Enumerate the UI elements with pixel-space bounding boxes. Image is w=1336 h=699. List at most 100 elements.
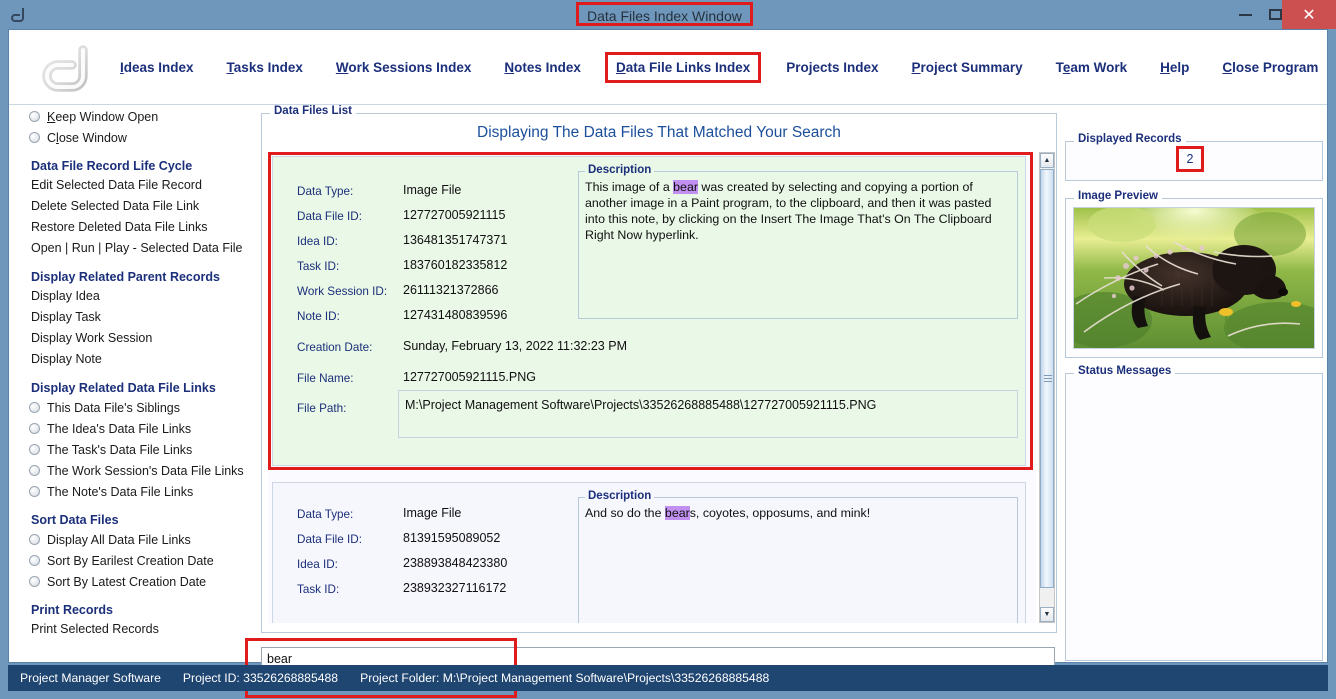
field-value: Image File: [403, 183, 462, 197]
displayed-records-legend: Displayed Records: [1074, 133, 1186, 145]
radio-work-sessions-data-file-links[interactable]: The Work Session's Data File Links: [15, 460, 257, 481]
scroll-down-icon[interactable]: ▼: [1040, 607, 1054, 622]
image-preview-thumbnail[interactable]: [1073, 207, 1315, 349]
menu-item-team-work[interactable]: Team Work: [1055, 58, 1129, 77]
field-label: Data Type:: [297, 508, 354, 521]
sidebar-item-restore-deleted-data-file-links[interactable]: Restore Deleted Data File Links: [31, 217, 257, 238]
sidebar-item-display-task[interactable]: Display Task: [31, 307, 257, 328]
radio-keep-window-open[interactable]: Keep Window Open: [15, 106, 257, 127]
menu-item-close-program[interactable]: Close Program: [1221, 58, 1319, 77]
radio-close-window[interactable]: Close Window: [15, 127, 257, 148]
menu-item-tasks-index[interactable]: Tasks Index: [226, 58, 304, 77]
menu-item-project-summary[interactable]: Project Summary: [911, 58, 1024, 77]
main-menu-bar: Ideas Index Tasks Index Work Sessions In…: [9, 30, 1327, 105]
table-row[interactable]: Data Type: Image File Data File ID: 8139…: [272, 482, 1026, 623]
sidebar-item-display-idea[interactable]: Display Idea: [31, 286, 257, 307]
field-value: M:\Project Management Software\Projects\…: [405, 398, 877, 412]
menu-item-list: Ideas Index Tasks Index Work Sessions In…: [119, 30, 1336, 105]
client-area: Ideas Index Tasks Index Work Sessions In…: [8, 29, 1328, 698]
description-pre: And so do the: [585, 506, 665, 520]
scrollbar-thumb[interactable]: [1040, 169, 1054, 588]
sidebar-heading-sort-data-files: Sort Data Files: [31, 513, 119, 527]
menu-item-work-sessions-index[interactable]: Work Sessions Index: [335, 58, 473, 77]
data-files-list-title: Displaying The Data Files That Matched Y…: [477, 124, 841, 141]
description-pre: This image of a: [585, 180, 674, 194]
menu-item-label: lose Program: [1232, 60, 1319, 75]
radio-sort-by-latest-creation-date[interactable]: Sort By Latest Creation Date: [15, 571, 257, 592]
sidebar-item-display-note[interactable]: Display Note: [31, 349, 257, 370]
field-label: File Path:: [297, 402, 347, 415]
radio-ideas-data-file-links[interactable]: The Idea's Data File Links: [15, 418, 257, 439]
radio-label: The Idea's Data File Links: [47, 421, 192, 436]
menu-item-label: ata File Links Index: [625, 60, 751, 75]
file-path-box: M:\Project Management Software\Projects\…: [398, 390, 1018, 438]
radio-label: Keep Window Open: [47, 109, 159, 124]
radio-icon: [29, 555, 40, 566]
displayed-records-count: 2: [1176, 146, 1204, 172]
table-row[interactable]: Data Type: Image File Data File ID: 1277…: [272, 156, 1026, 466]
field-label: File Name:: [297, 372, 354, 385]
data-files-list-group: Data Files List Displaying The Data File…: [261, 105, 1057, 633]
radio-tasks-data-file-links[interactable]: The Task's Data File Links: [15, 439, 257, 460]
description-legend: Description: [585, 490, 655, 502]
description-box: Description And so do the bears, coyotes…: [578, 490, 1018, 623]
scroll-up-icon[interactable]: ▲: [1040, 153, 1054, 168]
search-term-highlight: bear: [664, 506, 690, 520]
menu-item-label: ork Sessions Index: [348, 60, 472, 75]
left-sidebar: Keep Window Open Close Window Data File …: [15, 106, 257, 662]
search-term-highlight: bear: [673, 180, 698, 194]
title-bar: Data Files Index Window ✕: [0, 0, 1336, 29]
field-value: 127727005921115.PNG: [403, 370, 536, 384]
menu-item-label: asks Index: [233, 60, 303, 75]
data-files-list-legend: Data Files List: [270, 105, 356, 117]
field-value: Image File: [403, 506, 462, 520]
field-label: Data File ID:: [297, 210, 362, 223]
radio-display-all-data-file-links[interactable]: Display All Data File Links: [15, 529, 257, 550]
field-value: 127431480839596: [403, 308, 508, 322]
menu-item-notes-index[interactable]: Notes Index: [503, 58, 582, 77]
sidebar-heading-parent-records: Display Related Parent Records: [31, 270, 220, 284]
sidebar-heading-life-cycle: Data File Record Life Cycle: [31, 159, 193, 173]
menu-item-data-file-links-index[interactable]: Data File Links Index: [604, 52, 762, 83]
radio-sort-by-earliest-creation-date[interactable]: Sort By Earilest Creation Date: [15, 550, 257, 571]
window-title: Data Files Index Window: [576, 2, 753, 26]
sidebar-item-edit-data-file-record[interactable]: Edit Selected Data File Record: [31, 175, 257, 196]
status-messages-text: [1074, 382, 1314, 652]
description-text: And so do the bears, coyotes, opposums, …: [585, 505, 1011, 521]
bear-photo-image: [1074, 208, 1314, 348]
sidebar-item-delete-data-file-link[interactable]: Delete Selected Data File Link: [31, 196, 257, 217]
field-value: 136481351747371: [403, 233, 508, 247]
status-messages-legend: Status Messages: [1074, 365, 1176, 377]
field-label: Task ID:: [297, 583, 340, 596]
description-legend: Description: [585, 164, 655, 176]
right-panel-column: Displayed Records 2 Image Preview Status…: [1065, 113, 1323, 661]
statusbar-project-id: Project ID: 33526268885488: [182, 671, 339, 685]
field-label: Work Session ID:: [297, 285, 388, 298]
sidebar-item-open-run-play-data-file[interactable]: Open | Run | Play - Selected Data File: [31, 238, 257, 259]
radio-label: Close Window: [47, 130, 127, 145]
menu-item-label: roject Summary: [920, 60, 1023, 75]
sidebar-item-display-work-session[interactable]: Display Work Session: [31, 328, 257, 349]
statusbar-project-folder: Project Folder: M:\Project Management So…: [360, 671, 770, 685]
field-value: 26111321372866: [403, 283, 499, 297]
radio-icon: [29, 486, 40, 497]
field-label: Idea ID:: [297, 235, 338, 248]
menu-item-help[interactable]: Help: [1159, 58, 1190, 77]
sidebar-item-print-selected-records[interactable]: Print Selected Records: [31, 619, 257, 640]
image-preview-legend: Image Preview: [1074, 190, 1162, 202]
menu-item-ideas-index[interactable]: Ideas Index: [119, 58, 195, 77]
status-bar: Project Manager Software Project ID: 335…: [8, 665, 1328, 691]
radio-this-data-files-siblings[interactable]: This Data File's Siblings: [15, 397, 257, 418]
image-preview-group: Image Preview: [1065, 190, 1323, 358]
field-label: Data Type:: [297, 185, 354, 198]
close-button[interactable]: ✕: [1282, 0, 1336, 29]
radio-label: The Task's Data File Links: [47, 442, 193, 457]
data-files-list-viewport[interactable]: Data Type: Image File Data File ID: 1277…: [268, 152, 1036, 623]
menu-item-label: elp: [1169, 60, 1190, 75]
menu-item-projects-index[interactable]: Projects Index: [785, 58, 879, 77]
field-value: 238932327116172: [403, 581, 507, 595]
radio-label: This Data File's Siblings: [47, 400, 180, 415]
list-scrollbar[interactable]: ▲ ▼: [1039, 152, 1055, 623]
field-label: Data File ID:: [297, 533, 362, 546]
radio-notes-data-file-links[interactable]: The Note's Data File Links: [15, 481, 257, 502]
